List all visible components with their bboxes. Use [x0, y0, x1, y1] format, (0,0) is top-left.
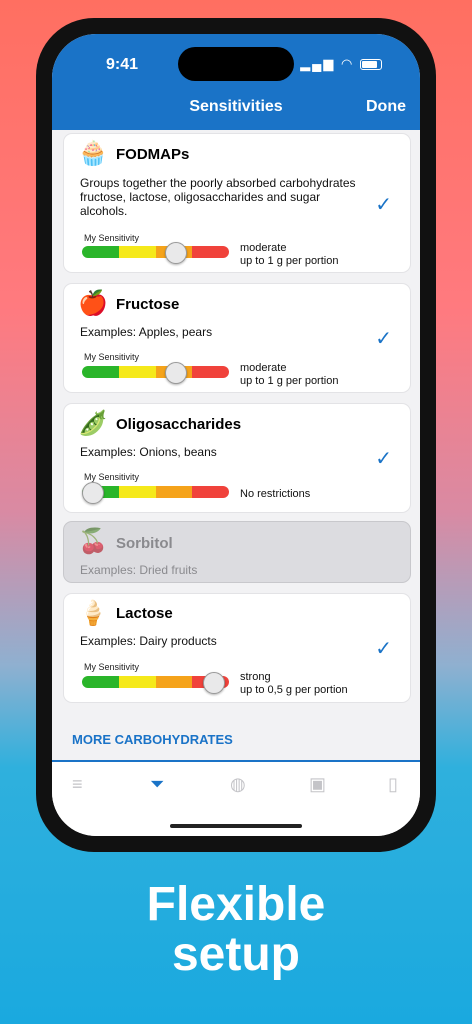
section-header-more-carbohydrates: MORE CARBOHYDRATES [72, 732, 233, 747]
card-title: Oligosaccharides [116, 416, 242, 433]
slider-knob[interactable] [202, 672, 225, 694]
card-title: Sorbitol [116, 535, 173, 552]
sensitivity-level: No restrictions [240, 488, 310, 501]
status-icons: ▂▄▆ ◠ [300, 56, 382, 72]
sensitivity-slider[interactable] [82, 486, 229, 498]
home-indicator [170, 824, 302, 828]
page-title: Sensitivities [189, 98, 283, 115]
ice-cream-icon: 🍦 [78, 600, 108, 627]
dynamic-island [178, 47, 294, 81]
funnel-icon[interactable]: ⏷ [150, 774, 164, 795]
marketing-tagline: Flexible setup [0, 880, 472, 980]
sensitivity-slider[interactable] [82, 246, 229, 258]
wifi-icon: ◠ [341, 56, 355, 71]
checkmark-icon[interactable]: ✓ [375, 326, 392, 351]
level-limit: up to 0,5 g per portion [240, 684, 348, 696]
peas-icon: 🫛 [78, 410, 108, 437]
sensitivity-slider[interactable] [82, 366, 229, 378]
sensitivity-card-oligosaccharides[interactable]: 🫛 Oligosaccharides Examples: Onions, bea… [64, 404, 410, 512]
signal-icon: ▂▄▆ [300, 56, 336, 71]
sensitivity-label: My Sensitivity [84, 662, 140, 672]
sensitivity-card-lactose[interactable]: 🍦 Lactose Examples: Dairy products ✓ My … [64, 594, 410, 702]
sensitivity-card-sorbitol[interactable]: 🍒 Sorbitol Examples: Dried fruits [64, 522, 410, 582]
sensitivity-level: moderate up to 1 g per portion [240, 242, 338, 268]
level-name: No restrictions [240, 488, 311, 500]
card-description: Groups together the poorly absorbed carb… [80, 176, 356, 218]
sensitivity-card-fodmaps[interactable]: 🧁 FODMAPs Groups together the poorly abs… [64, 134, 410, 272]
sensitivity-level: moderate up to 1 g per portion [240, 362, 338, 388]
checkmark-icon[interactable]: ✓ [375, 446, 392, 471]
sensitivity-label: My Sensitivity [84, 233, 140, 243]
apple-icon: 🍎 [78, 290, 108, 317]
card-title: Fructose [116, 296, 180, 313]
nav-header: 9:41 ▂▄▆ ◠ Sensitivities Done [52, 34, 420, 130]
level-name: moderate [240, 362, 287, 374]
level-name: moderate [240, 242, 287, 254]
sodium-icon[interactable]: ▣ [309, 774, 326, 795]
pig-icon[interactable]: ◍ [230, 774, 246, 795]
battery-icon [360, 59, 382, 71]
card-title: FODMAPs [116, 146, 190, 163]
card-description: Examples: Onions, beans [80, 445, 217, 459]
slider-knob[interactable] [164, 242, 187, 264]
done-button[interactable]: Done [366, 98, 406, 116]
sensitivity-card-fructose[interactable]: 🍎 Fructose Examples: Apples, pears ✓ My … [64, 284, 410, 392]
checkmark-icon[interactable]: ✓ [375, 636, 392, 661]
level-name: strong [240, 671, 271, 683]
sensitivity-label: My Sensitivity [84, 472, 140, 482]
tagline-line-2: setup [171, 928, 300, 981]
slider-knob[interactable] [82, 482, 104, 504]
tagline-line-1: Flexible [146, 878, 326, 931]
level-limit: up to 1 g per portion [240, 255, 339, 267]
sensitivity-label: My Sensitivity [84, 352, 140, 362]
status-time: 9:41 [106, 56, 139, 73]
checkmark-icon[interactable]: ✓ [375, 192, 392, 217]
card-description: Examples: Dried fruits [80, 563, 198, 577]
sensitivity-level: strong up to 0,5 g per portion [240, 671, 348, 697]
app-screen: 9:41 ▂▄▆ ◠ Sensitivities Done 🧁 FODMAPs … [52, 34, 420, 836]
card-description: Examples: Dairy products [80, 634, 217, 648]
ruler-icon[interactable]: ▯ [388, 774, 398, 795]
card-description: Examples: Apples, pears [80, 325, 213, 339]
level-limit: up to 1 g per portion [240, 375, 339, 387]
cupcake-icon: 🧁 [78, 140, 108, 167]
card-title: Lactose [116, 605, 173, 622]
cherries-icon: 🍒 [78, 528, 108, 555]
list-icon[interactable]: ≡ [72, 774, 83, 795]
slider-knob[interactable] [164, 362, 187, 384]
